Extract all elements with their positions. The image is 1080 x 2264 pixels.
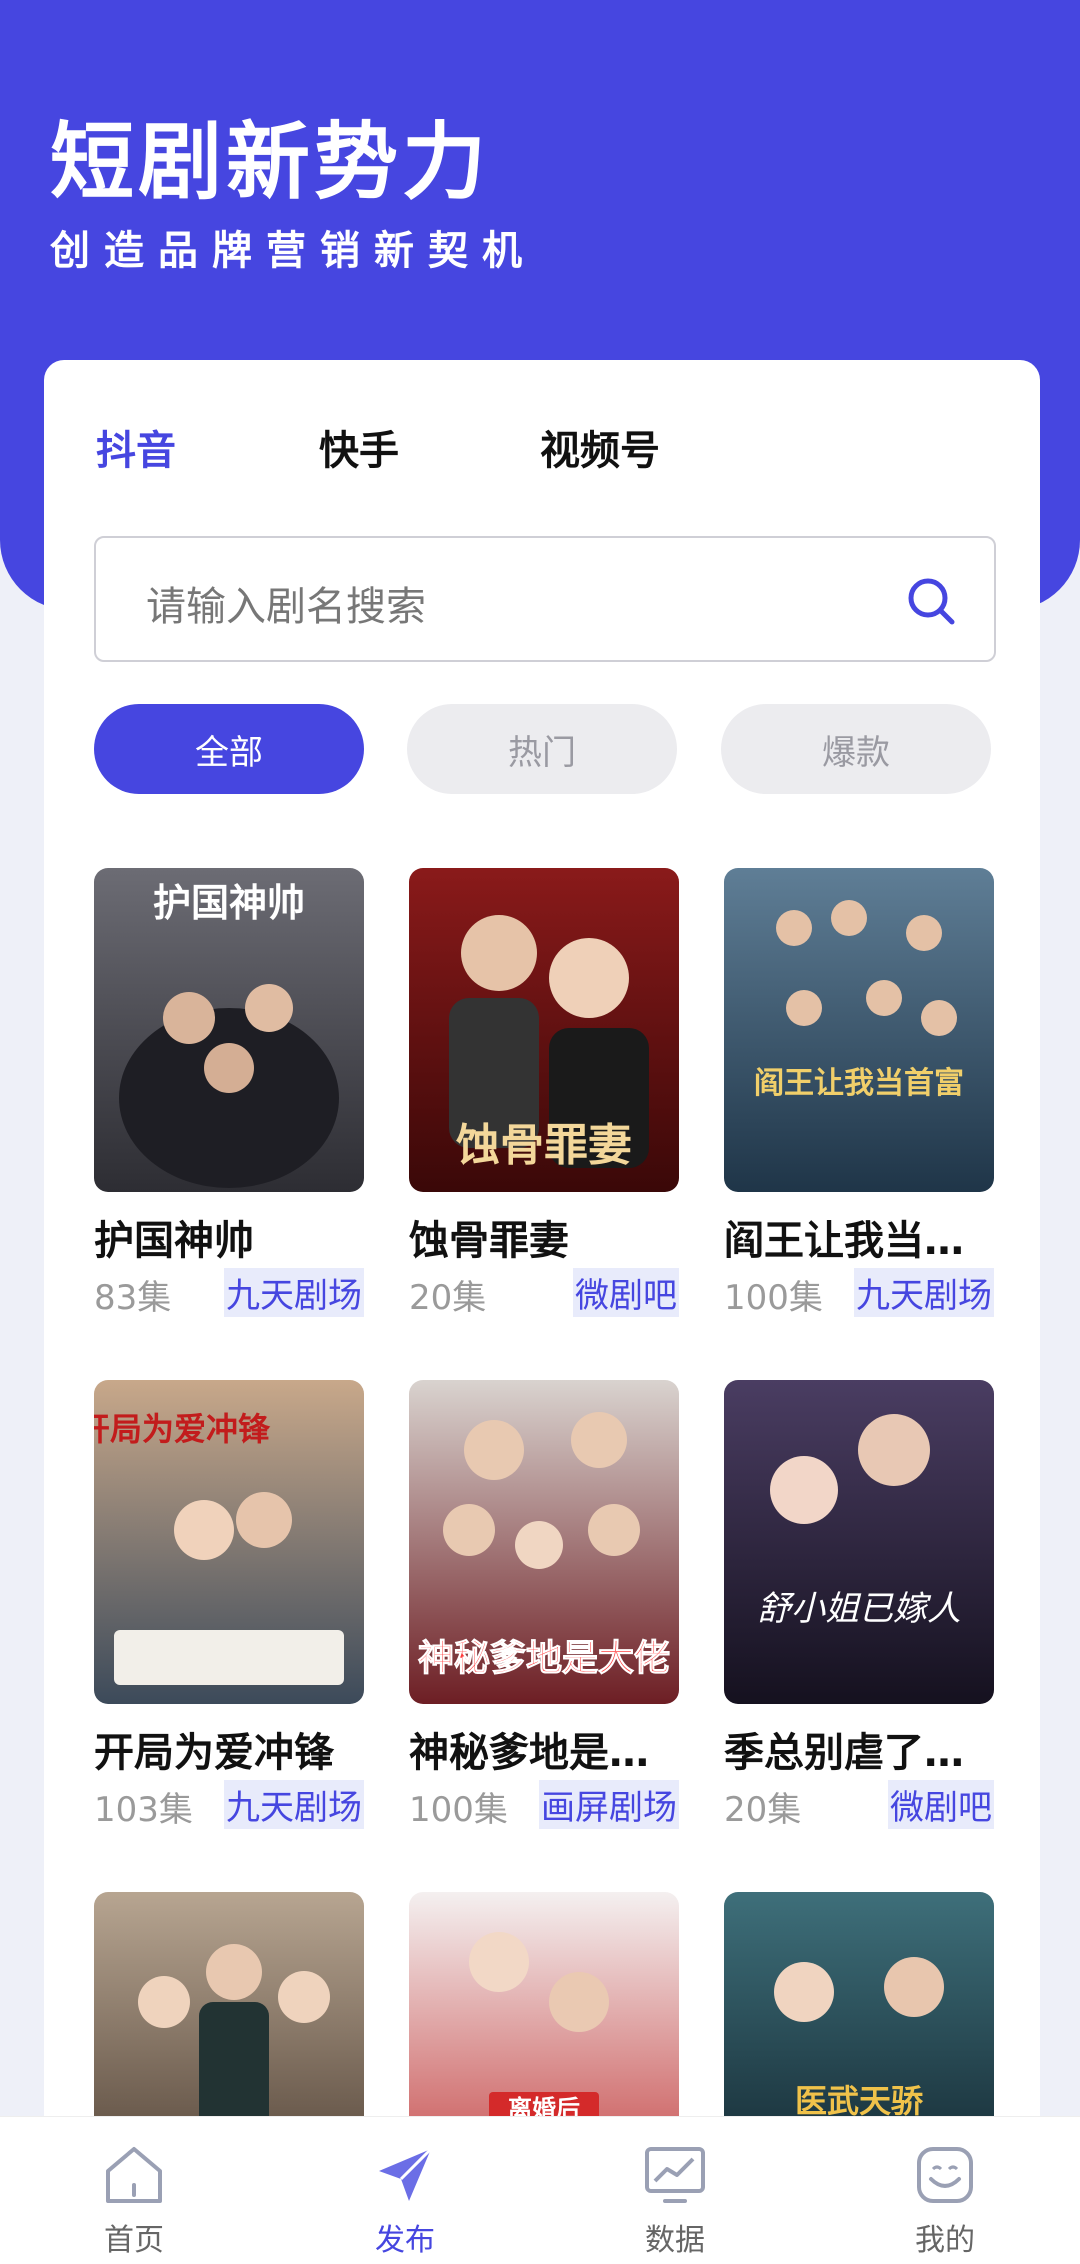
chart-icon xyxy=(641,2141,709,2209)
send-icon xyxy=(371,2141,439,2209)
nav-label: 我的 xyxy=(915,2223,975,2258)
theater-tag: 九天剧场 xyxy=(224,1268,364,1317)
poster-title: 护国神帅 xyxy=(153,881,305,925)
drama-poster: 舒小姐已嫁人 xyxy=(724,1380,994,1704)
drama-poster: 开局为爱冲锋 xyxy=(94,1380,364,1704)
poster-title: 开局为爱冲锋 xyxy=(94,1410,271,1448)
nav-profile[interactable]: 我的 xyxy=(875,2117,1015,2264)
episode-count: 100集 xyxy=(724,1278,823,1318)
poster-title: 蚀骨罪妻 xyxy=(456,1120,632,1171)
episode-count: 83集 xyxy=(94,1278,172,1318)
drama-title: 季总别虐了… xyxy=(724,1730,964,1776)
nav-label: 首页 xyxy=(104,2223,164,2258)
nav-home[interactable]: 首页 xyxy=(64,2117,204,2264)
poster-title: 神秘爹地是大佬 xyxy=(418,1638,670,1679)
theater-tag: 九天剧场 xyxy=(854,1268,994,1317)
nav-publish[interactable]: 发布 xyxy=(335,2117,475,2264)
drama-title: 神秘爹地是… xyxy=(409,1730,649,1776)
drama-poster: 阎王让我当首富 xyxy=(724,868,994,1192)
poster-title: 阎王让我当首富 xyxy=(754,1066,964,1101)
hero-title: 短剧新势力 xyxy=(50,113,491,211)
episode-count: 20集 xyxy=(409,1278,487,1318)
filter-hot[interactable]: 热门 xyxy=(407,704,677,794)
theater-tag: 画屏剧场 xyxy=(539,1780,679,1829)
drama-title: 护国神帅 xyxy=(94,1218,254,1264)
theater-tag: 微剧吧 xyxy=(888,1780,994,1829)
poster-title: 医武天骄 xyxy=(795,2082,924,2120)
tab-douyin[interactable]: 抖音 xyxy=(96,418,176,476)
platform-tabs: 抖音 快手 视频号 xyxy=(44,418,1040,488)
filter-trending[interactable]: 爆款 xyxy=(721,704,991,794)
bottom-navigation: 首页 发布 数据 我的 xyxy=(0,2116,1080,2264)
episode-count: 20集 xyxy=(724,1790,802,1830)
drama-poster: 神秘爹地是大佬 xyxy=(409,1380,679,1704)
theater-tag: 九天剧场 xyxy=(224,1780,364,1829)
drama-title: 蚀骨罪妻 xyxy=(409,1218,569,1264)
drama-poster: 护国神帅 xyxy=(94,868,364,1192)
content-card: 抖音 快手 视频号 请输入剧名搜索 全部 热门 爆款 护国神帅 护国神帅 83集… xyxy=(44,360,1040,2264)
nav-data[interactable]: 数据 xyxy=(605,2117,745,2264)
drama-poster: 蚀骨罪妻 xyxy=(409,868,679,1192)
episode-count: 100集 xyxy=(409,1790,508,1830)
search-input[interactable]: 请输入剧名搜索 xyxy=(94,536,996,662)
search-icon[interactable] xyxy=(904,574,958,628)
hero-subtitle: 创造品牌营销新契机 xyxy=(50,228,536,274)
poster-title: 舒小姐已嫁人 xyxy=(757,1589,961,1629)
nav-label: 发布 xyxy=(375,2223,435,2258)
home-icon xyxy=(100,2141,168,2209)
search-placeholder: 请输入剧名搜索 xyxy=(146,584,426,630)
tab-kuaishou[interactable]: 快手 xyxy=(319,418,399,476)
episode-count: 103集 xyxy=(94,1790,193,1830)
drama-title: 阎王让我当… xyxy=(724,1218,964,1264)
tab-shipinhao[interactable]: 视频号 xyxy=(540,418,660,476)
profile-icon xyxy=(911,2141,979,2209)
theater-tag: 微剧吧 xyxy=(573,1268,679,1317)
drama-title: 开局为爱冲锋 xyxy=(94,1730,334,1776)
nav-label: 数据 xyxy=(645,2223,705,2258)
filter-all[interactable]: 全部 xyxy=(94,704,364,794)
